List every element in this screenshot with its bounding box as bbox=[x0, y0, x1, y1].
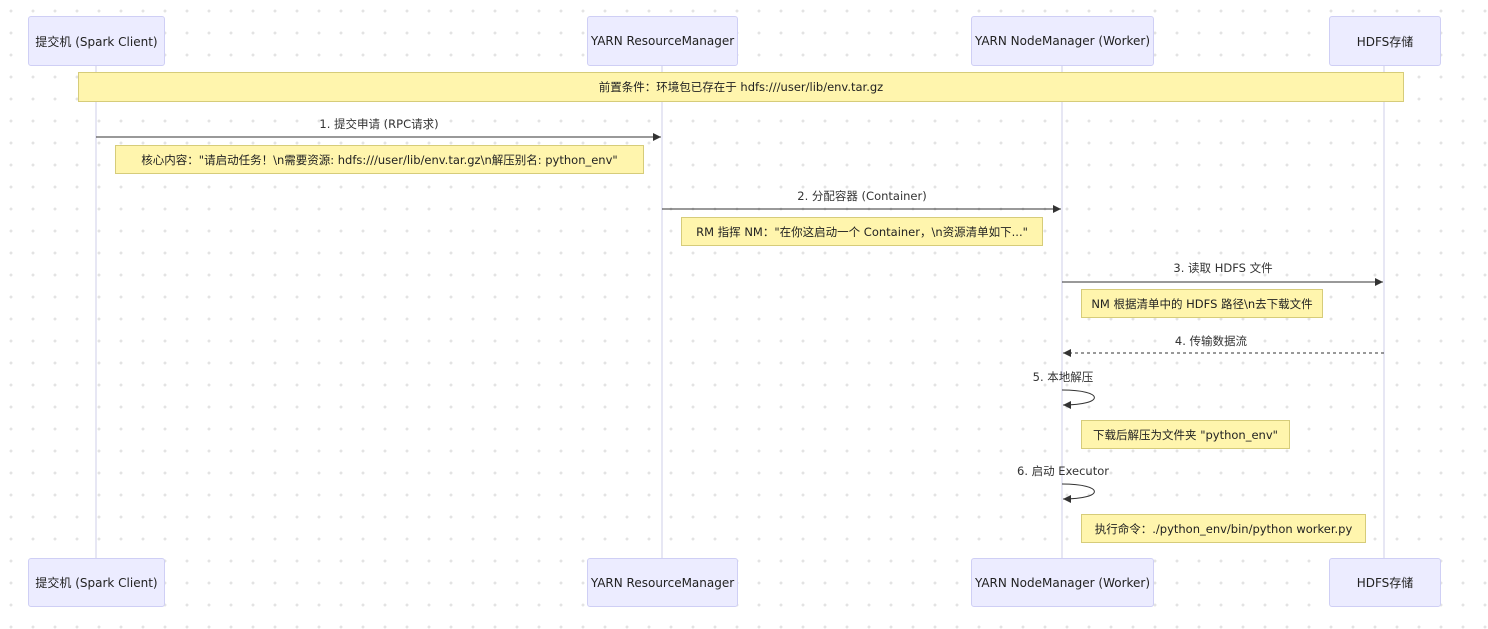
actor-nm-bottom: YARN NodeManager (Worker) bbox=[971, 558, 1154, 607]
sequence-diagram: 提交机 (Spark Client) YARN ResourceManager … bbox=[0, 0, 1488, 629]
message-label-5: 5. 本地解压 bbox=[1032, 370, 1094, 384]
note-submit-content: 核心内容："请启动任务！\n需要资源: hdfs:///user/lib/env… bbox=[115, 145, 644, 174]
note-nm-download: NM 根据清单中的 HDFS 路径\n去下载文件 bbox=[1081, 289, 1323, 318]
message-arrow-5 bbox=[1061, 389, 1095, 409]
precondition-note: 前置条件：环境包已存在于 hdfs:///user/lib/env.tar.gz bbox=[78, 72, 1404, 102]
note-rm-command: RM 指挥 NM："在你这启动一个 Container，\n资源清单如下..." bbox=[681, 217, 1043, 246]
actor-client-bottom: 提交机 (Spark Client) bbox=[28, 558, 165, 607]
message-label-4: 4. 传输数据流 bbox=[1174, 334, 1248, 348]
actor-hdfs-bottom: HDFS存储 bbox=[1329, 558, 1441, 607]
note-unpack: 下载后解压为文件夹 "python_env" bbox=[1081, 420, 1290, 449]
message-label-3: 3. 读取 HDFS 文件 bbox=[1173, 261, 1273, 275]
note-exec-command: 执行命令：./python_env/bin/python worker.py bbox=[1081, 514, 1366, 543]
actor-client-top: 提交机 (Spark Client) bbox=[28, 16, 165, 66]
message-label-6: 6. 启动 Executor bbox=[1017, 464, 1109, 478]
actor-rm-top: YARN ResourceManager bbox=[587, 16, 738, 66]
message-arrow-6 bbox=[1061, 483, 1095, 503]
actor-nm-top: YARN NodeManager (Worker) bbox=[971, 16, 1154, 66]
message-label-1: 1. 提交申请 (RPC请求) bbox=[319, 117, 439, 131]
message-label-2: 2. 分配容器 (Container) bbox=[797, 189, 927, 203]
actor-rm-bottom: YARN ResourceManager bbox=[587, 558, 738, 607]
actor-hdfs-top: HDFS存储 bbox=[1329, 16, 1441, 66]
